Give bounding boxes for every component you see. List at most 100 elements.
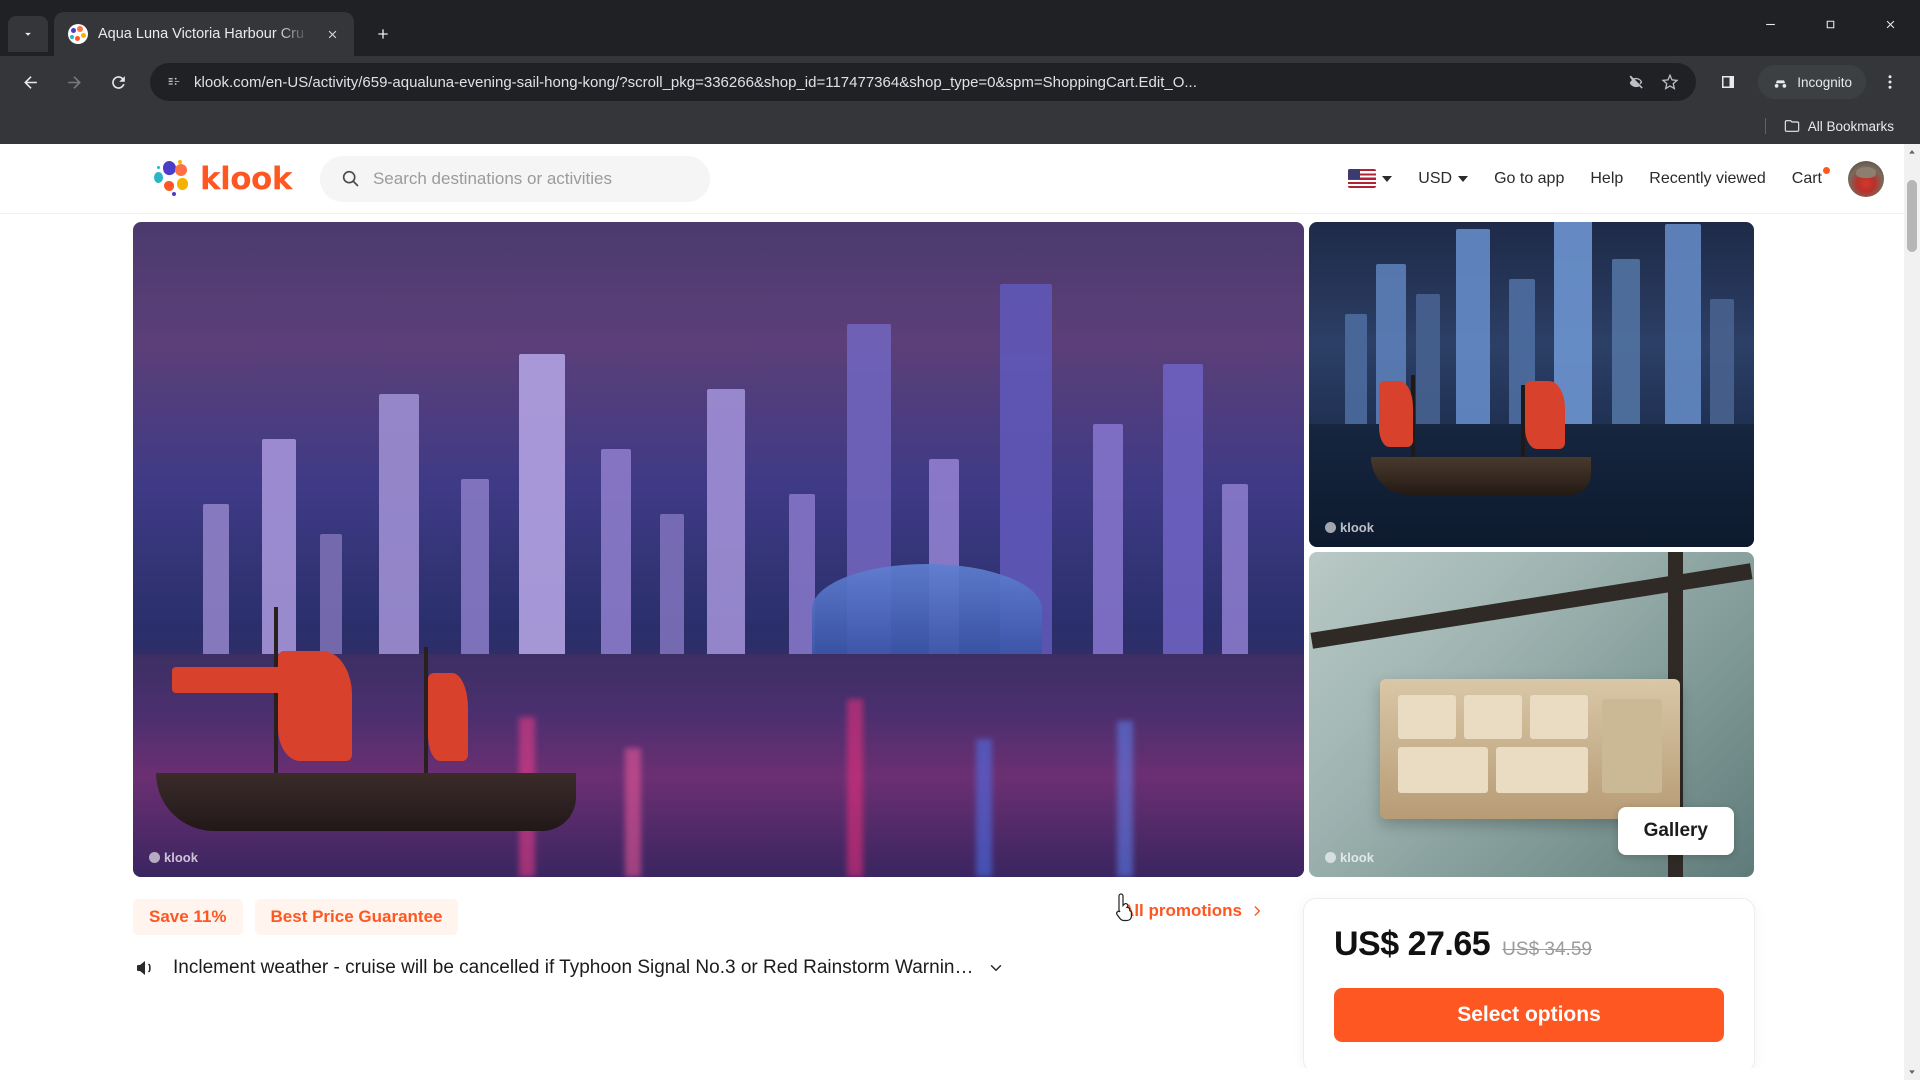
folder-icon [1784, 120, 1799, 132]
junk-boat-illustration [156, 601, 586, 832]
junk-boat-illustration [1371, 375, 1601, 495]
weather-notice-text: Inclement weather - cruise will be cance… [173, 957, 974, 978]
search-icon [342, 170, 359, 187]
browser-window: Aqua Luna Victoria Harbour Cru klook.com… [0, 0, 1920, 1080]
minimize-button[interactable] [1740, 0, 1800, 48]
promotions-and-notice: Save 11% Best Price Guarantee All promot… [133, 899, 1264, 981]
browser-tab[interactable]: Aqua Luna Victoria Harbour Cru [54, 12, 354, 56]
back-arrow-icon [23, 75, 37, 89]
chevron-down-icon[interactable] [987, 959, 1005, 977]
bookmarks-bar: All Bookmarks [0, 108, 1920, 144]
cart-label: Cart [1791, 169, 1822, 187]
chevron-down-icon [25, 32, 31, 36]
forward-button[interactable] [54, 62, 94, 102]
tab-search-button[interactable] [8, 16, 48, 52]
megaphone-icon [133, 955, 159, 981]
gallery-thumb-2[interactable]: Gallery klook [1309, 552, 1754, 877]
cart-badge-dot [1823, 166, 1830, 174]
eye-slash-icon[interactable] [1622, 68, 1650, 96]
chevron-down-icon [1382, 175, 1393, 182]
close-window-icon [1886, 20, 1894, 28]
page-info-icon[interactable] [164, 72, 184, 92]
bookmark-star-icon[interactable] [1656, 68, 1684, 96]
header-nav: USD Go to app Help Recently viewed Cart [1348, 160, 1884, 197]
divider [1764, 118, 1766, 134]
all-promotions-link[interactable]: All promotions [1122, 901, 1264, 921]
klook-watermark: klook [1325, 520, 1374, 535]
gallery-thumb-1[interactable]: klook [1309, 222, 1754, 547]
bento-tray-illustration [1380, 678, 1681, 819]
reload-button[interactable] [98, 62, 138, 102]
cart-link[interactable]: Cart [1791, 166, 1830, 188]
klook-watermark: klook [149, 850, 198, 865]
weather-notice[interactable]: Inclement weather - cruise will be cance… [133, 955, 1264, 981]
current-price: US$ 27.65 [1334, 925, 1491, 963]
gallery-button[interactable]: Gallery [1617, 807, 1734, 855]
recently-viewed-link[interactable]: Recently viewed [1649, 170, 1766, 188]
badge-best-price[interactable]: Best Price Guarantee [254, 899, 459, 935]
window-controls [1740, 0, 1920, 48]
scroll-up-arrow[interactable] [1904, 144, 1920, 160]
chevron-down-icon [1458, 175, 1469, 182]
scrollbar-thumb[interactable] [1907, 180, 1917, 252]
close-window-button[interactable] [1860, 0, 1920, 48]
help-link[interactable]: Help [1590, 170, 1623, 188]
browser-toolbar: klook.com/en-US/activity/659-aqualuna-ev… [0, 56, 1920, 108]
side-panel-icon [1722, 76, 1735, 88]
search-input[interactable]: Search destinations or activities [319, 155, 710, 202]
chevron-right-icon [1254, 906, 1261, 916]
us-flag-icon [1348, 169, 1377, 188]
forward-arrow-icon [67, 75, 81, 89]
address-bar[interactable]: klook.com/en-US/activity/659-aqualuna-ev… [150, 63, 1697, 101]
klook-logo-text: klook [200, 160, 292, 197]
side-panel-button[interactable] [1708, 62, 1748, 102]
user-avatar[interactable] [1848, 160, 1884, 197]
go-to-app-link[interactable]: Go to app [1494, 170, 1564, 188]
currency-label: USD [1418, 169, 1453, 187]
new-tab-button[interactable] [366, 17, 400, 51]
gallery-thumbnails: klook Gallery klook [1309, 222, 1754, 877]
plus-icon [378, 29, 388, 39]
back-button[interactable] [10, 62, 50, 102]
price-row: US$ 27.65 US$ 34.59 [1334, 925, 1724, 964]
watermark-text: klook [1340, 520, 1374, 535]
incognito-icon [1774, 79, 1787, 88]
klook-favicon-icon [68, 24, 88, 44]
booking-panel: US$ 27.65 US$ 34.59 Select options [1304, 899, 1754, 1072]
incognito-label: Incognito [1797, 74, 1852, 90]
page-scrollbar[interactable] [1904, 144, 1920, 1080]
klook-page: klook Search destinations or activities [0, 144, 1904, 1080]
page-viewport: klook Search destinations or activities [0, 144, 1920, 1080]
scroll-down-arrow[interactable] [1904, 1064, 1920, 1080]
gallery-main-image[interactable]: klook [133, 222, 1304, 877]
currency-selector[interactable]: USD [1418, 169, 1469, 188]
browser-menu-button[interactable] [1870, 62, 1910, 102]
all-bookmarks-button[interactable]: All Bookmarks [1776, 114, 1902, 138]
reload-icon [111, 75, 125, 89]
watermark-text: klook [164, 850, 198, 865]
klook-logo[interactable]: klook [150, 159, 292, 199]
three-dot-menu-icon [1888, 75, 1892, 89]
original-price: US$ 34.59 [1502, 939, 1592, 960]
klook-watermark: klook [1325, 850, 1374, 865]
language-selector[interactable] [1348, 169, 1393, 188]
minimize-icon [1765, 23, 1775, 25]
tab-title: Aqua Luna Victoria Harbour Cru [98, 26, 305, 42]
omnibox-actions [1622, 68, 1684, 96]
incognito-indicator[interactable]: Incognito [1758, 65, 1866, 99]
activity-summary: Save 11% Best Price Guarantee All promot… [0, 877, 1904, 1072]
all-bookmarks-label: All Bookmarks [1807, 118, 1894, 134]
select-options-button[interactable]: Select options [1334, 988, 1724, 1042]
activity-gallery: klook klook Gallery klook [0, 214, 1904, 877]
close-tab-icon[interactable] [320, 22, 344, 46]
site-header: klook Search destinations or activities [0, 144, 1904, 214]
url-text: klook.com/en-US/activity/659-aqualuna-ev… [194, 73, 1197, 91]
watermark-text: klook [1340, 850, 1374, 865]
maximize-icon [1826, 20, 1834, 28]
badge-save[interactable]: Save 11% [133, 899, 243, 935]
search-placeholder: Search destinations or activities [372, 168, 613, 188]
klook-logo-icon [150, 159, 194, 199]
maximize-button[interactable] [1800, 0, 1860, 48]
page-bottom-mask [0, 1068, 1904, 1080]
all-promotions-label: All promotions [1122, 901, 1242, 920]
